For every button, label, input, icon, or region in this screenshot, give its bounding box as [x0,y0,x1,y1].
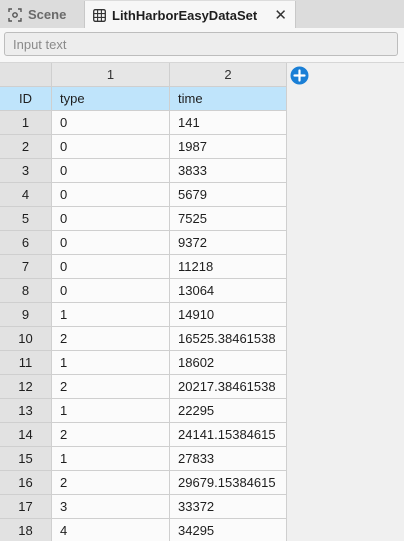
table-row[interactable]: 3 0 3833 [0,159,287,183]
table-row[interactable]: 2 0 1987 [0,135,287,159]
table-row[interactable]: 14 2 24141.15384615 [0,423,287,447]
type-cell[interactable]: 2 [52,327,170,351]
tab-scene[interactable]: Scene [0,1,84,28]
row-id-cell[interactable]: 5 [0,207,52,231]
type-cell[interactable]: 0 [52,231,170,255]
column-number-row: 1 2 [0,63,287,87]
table-row[interactable]: 1 0 141 [0,111,287,135]
table-row[interactable]: 6 0 9372 [0,231,287,255]
column-number-2[interactable]: 2 [170,63,287,87]
row-id-cell[interactable]: 7 [0,255,52,279]
type-cell[interactable]: 0 [52,135,170,159]
type-cell[interactable]: 1 [52,351,170,375]
type-cell[interactable]: 4 [52,519,170,541]
corner-cell[interactable] [0,63,52,87]
table-row[interactable]: 16 2 29679.15384615 [0,471,287,495]
row-id-cell[interactable]: 10 [0,327,52,351]
time-cell[interactable]: 18602 [170,351,287,375]
table-row[interactable]: 17 3 33372 [0,495,287,519]
type-cell[interactable]: 0 [52,159,170,183]
type-cell[interactable]: 0 [52,183,170,207]
table-row[interactable]: 4 0 5679 [0,183,287,207]
type-cell[interactable]: 3 [52,495,170,519]
row-id-cell[interactable]: 15 [0,447,52,471]
type-cell[interactable]: 0 [52,207,170,231]
time-cell[interactable]: 33372 [170,495,287,519]
row-id-cell[interactable]: 9 [0,303,52,327]
type-cell[interactable]: 1 [52,303,170,327]
search-bar [0,28,404,63]
type-cell[interactable]: 2 [52,375,170,399]
header-id[interactable]: ID [0,87,52,111]
type-cell[interactable]: 0 [52,255,170,279]
time-cell[interactable]: 5679 [170,183,287,207]
table-row[interactable]: 7 0 11218 [0,255,287,279]
table-row[interactable]: 12 2 20217.38461538 [0,375,287,399]
grid-table-icon [93,8,106,22]
row-id-cell[interactable]: 11 [0,351,52,375]
row-id-cell[interactable]: 1 [0,111,52,135]
close-icon[interactable]: ✕ [274,6,287,24]
table-row[interactable]: 18 4 34295 [0,519,287,541]
time-cell[interactable]: 1987 [170,135,287,159]
header-time[interactable]: time [170,87,287,111]
type-cell[interactable]: 0 [52,111,170,135]
type-cell[interactable]: 0 [52,279,170,303]
row-id-cell[interactable]: 2 [0,135,52,159]
row-id-cell[interactable]: 4 [0,183,52,207]
search-input[interactable] [4,32,398,56]
header-type[interactable]: type [52,87,170,111]
type-cell[interactable]: 1 [52,447,170,471]
table-row[interactable]: 5 0 7525 [0,207,287,231]
row-id-cell[interactable]: 12 [0,375,52,399]
row-id-cell[interactable]: 8 [0,279,52,303]
tab-scene-label: Scene [28,7,67,22]
time-cell[interactable]: 22295 [170,399,287,423]
row-id-cell[interactable]: 6 [0,231,52,255]
row-id-cell[interactable]: 14 [0,423,52,447]
tab-dataset-label: LithHarborEasyDataSet [112,7,258,23]
row-id-cell[interactable]: 16 [0,471,52,495]
table-row[interactable]: 9 1 14910 [0,303,287,327]
table-row[interactable]: 13 1 22295 [0,399,287,423]
column-number-1[interactable]: 1 [52,63,170,87]
type-cell[interactable]: 1 [52,399,170,423]
tab-bar: Scene LithHarborEasyDataSet ✕ [0,0,404,29]
table-row[interactable]: 11 1 18602 [0,351,287,375]
time-cell[interactable]: 34295 [170,519,287,541]
time-cell[interactable]: 3833 [170,159,287,183]
type-cell[interactable]: 2 [52,423,170,447]
row-id-cell[interactable]: 13 [0,399,52,423]
grid-empty-area [287,87,404,541]
header-row: ID type time [0,87,287,111]
time-cell[interactable]: 14910 [170,303,287,327]
time-cell[interactable]: 13064 [170,279,287,303]
tab-dataset[interactable]: LithHarborEasyDataSet ✕ [84,1,296,29]
time-cell[interactable]: 16525.38461538 [170,327,287,351]
time-cell[interactable]: 27833 [170,447,287,471]
row-id-cell[interactable]: 17 [0,495,52,519]
table-row[interactable]: 8 0 13064 [0,279,287,303]
row-id-cell[interactable]: 18 [0,519,52,541]
time-cell[interactable]: 29679.15384615 [170,471,287,495]
data-grid: 1 2 ID type time 1 0 141 2 0 1987 3 0 3833 4 0 5679… [0,63,404,541]
row-id-cell[interactable]: 3 [0,159,52,183]
add-column-icon[interactable] [290,66,309,85]
time-cell[interactable]: 9372 [170,231,287,255]
table-row[interactable]: 15 1 27833 [0,447,287,471]
table-body: 1 0 141 2 0 1987 3 0 3833 4 0 5679 5 0 7525 6 0 9372 7 0 112… [0,111,287,541]
type-cell[interactable]: 2 [52,471,170,495]
time-cell[interactable]: 141 [170,111,287,135]
table-row[interactable]: 10 2 16525.38461538 [0,327,287,351]
scene-icon [8,7,22,22]
time-cell[interactable]: 7525 [170,207,287,231]
time-cell[interactable]: 11218 [170,255,287,279]
time-cell[interactable]: 20217.38461538 [170,375,287,399]
time-cell[interactable]: 24141.15384615 [170,423,287,447]
